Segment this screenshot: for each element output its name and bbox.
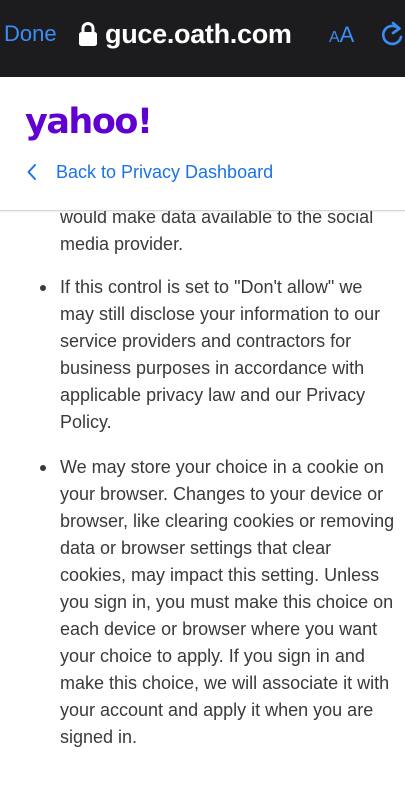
list-item-text: If this control is set to "Don't allow" … (60, 277, 381, 432)
chevron-left-icon (27, 164, 36, 180)
continued-paragraph: would make data available to the social … (60, 207, 374, 254)
page-header: yahoo! Back to Privacy Dashboard (0, 77, 405, 211)
browser-toolbar: Done guce.oath.com AA (0, 0, 405, 77)
list-item: We may store your choice in a cookie on … (0, 454, 405, 751)
address-bar-url[interactable]: guce.oath.com (105, 18, 292, 50)
yahoo-logo[interactable]: yahoo! (25, 101, 153, 143)
list-item-text: We may store your choice in a cookie on … (60, 457, 395, 747)
text-size-small-label: A (329, 29, 340, 46)
page-content: would make data available to the social … (0, 200, 405, 794)
list-item: If this control is set to "Don't allow" … (0, 274, 405, 436)
done-button[interactable]: Done (4, 21, 57, 47)
bullet-dot (40, 465, 46, 471)
text-size-big-label: A (339, 22, 355, 47)
reload-icon[interactable] (380, 20, 405, 50)
bullet-list: If this control is set to "Don't allow" … (0, 274, 405, 769)
back-link-label: Back to Privacy Dashboard (56, 162, 274, 182)
text-size-button[interactable]: AA (329, 23, 354, 50)
lock-icon (79, 22, 97, 46)
back-link[interactable]: Back to Privacy Dashboard (26, 159, 273, 185)
bullet-dot (40, 285, 46, 291)
